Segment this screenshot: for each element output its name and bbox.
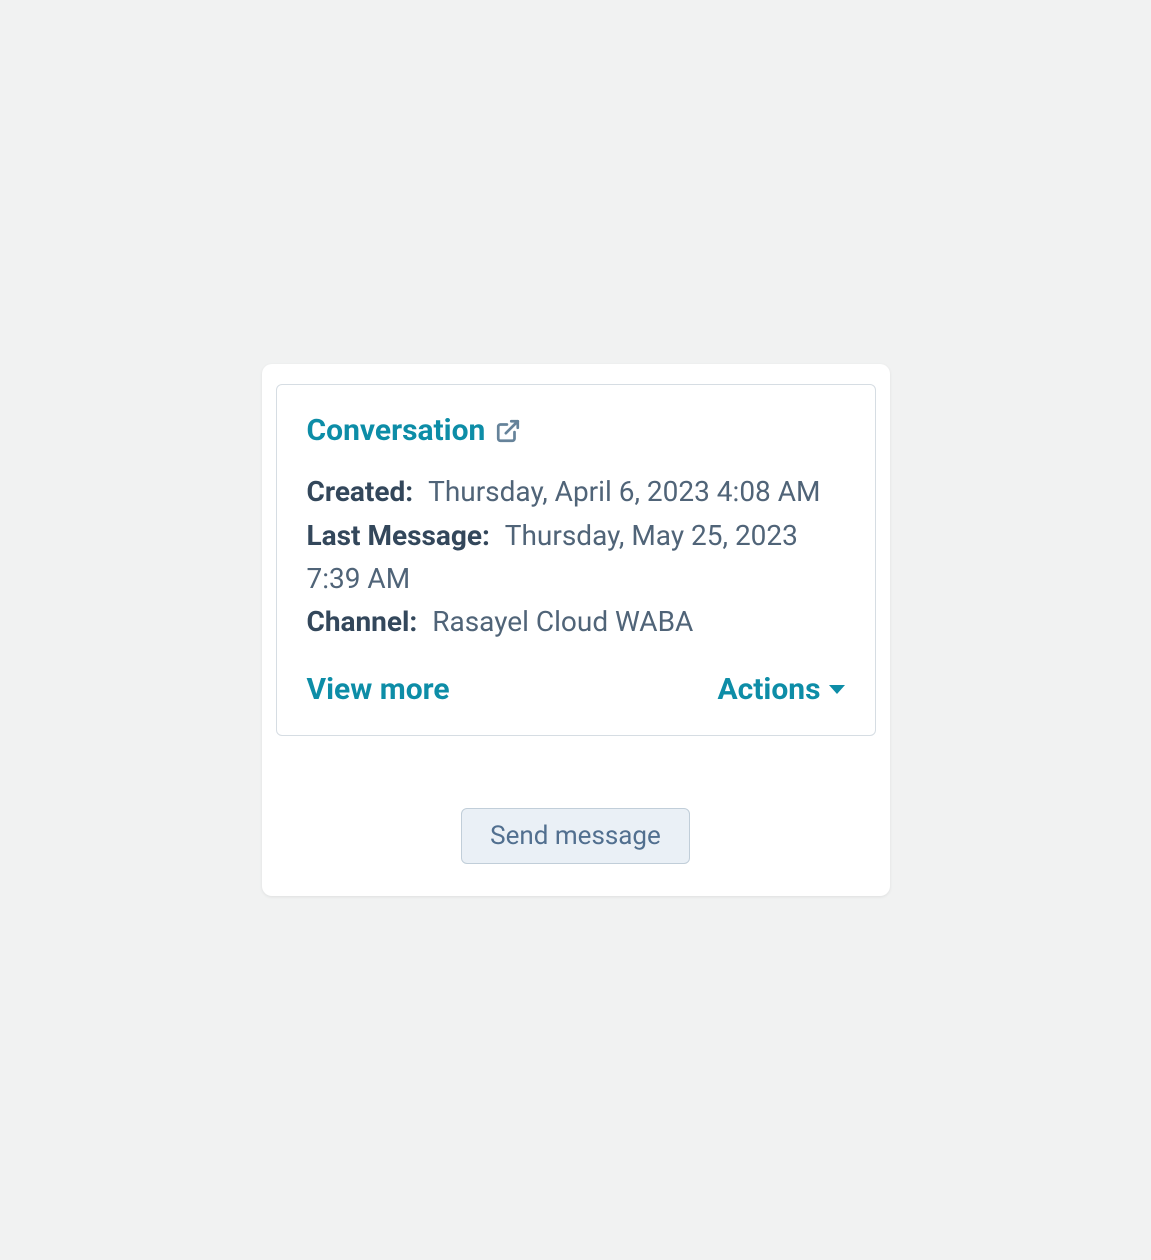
last-message-field: Last Message: Thursday, May 25, 2023 7:3… (307, 514, 845, 601)
channel-field: Channel: Rasayel Cloud WABA (307, 600, 845, 643)
created-field: Created: Thursday, April 6, 2023 4:08 AM (307, 470, 845, 513)
external-link-icon[interactable] (495, 418, 521, 444)
created-label: Created: (307, 475, 414, 508)
send-message-button[interactable]: Send message (461, 808, 690, 864)
card-actions-row: View more Actions (307, 672, 845, 707)
conversation-panel: Conversation Created: Thursday, April 6,… (262, 364, 890, 896)
created-value: Thursday, April 6, 2023 4:08 AM (428, 475, 820, 508)
conversation-card: Conversation Created: Thursday, April 6,… (276, 384, 876, 736)
view-more-link[interactable]: View more (307, 672, 450, 707)
last-message-label: Last Message: (307, 519, 490, 552)
caret-down-icon (829, 683, 845, 695)
conversation-title-link[interactable]: Conversation (307, 413, 486, 448)
actions-label: Actions (717, 672, 820, 707)
card-title-row: Conversation (307, 413, 845, 448)
actions-dropdown[interactable]: Actions (717, 672, 844, 707)
send-button-wrap: Send message (276, 808, 876, 864)
channel-value: Rasayel Cloud WABA (432, 605, 693, 638)
channel-label: Channel: (307, 605, 418, 638)
